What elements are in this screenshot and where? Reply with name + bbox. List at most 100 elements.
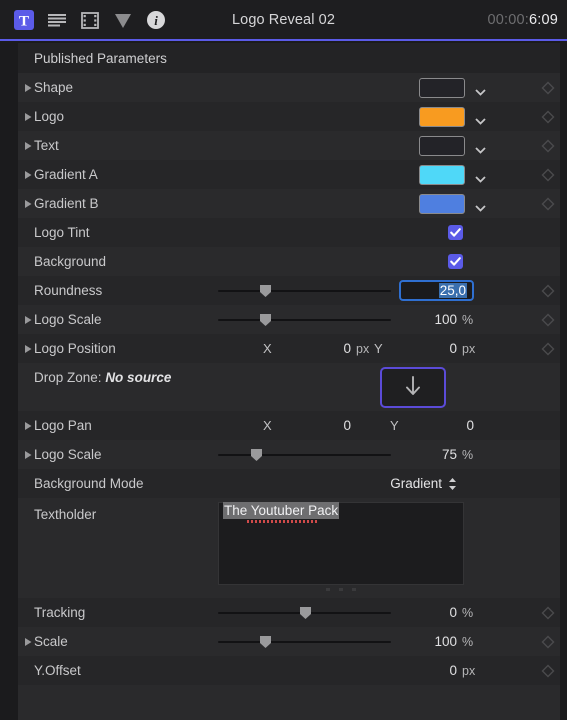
keyframe-diamond-icon[interactable] (541, 664, 555, 678)
slider-thumb[interactable] (259, 635, 272, 649)
row-shape[interactable]: Shape (18, 73, 560, 102)
color-control[interactable] (419, 77, 486, 98)
row-background-mode[interactable]: Background Mode Gradient (18, 469, 560, 498)
row-label: Background Mode (34, 476, 144, 491)
row-label: Scale (34, 634, 68, 649)
disclosure-triangle-icon[interactable] (22, 314, 34, 326)
tracking-value[interactable]: 0 (399, 605, 457, 620)
info-icon[interactable]: i (145, 9, 167, 31)
textholder-selected-text: The Youtuber Pack (223, 502, 340, 519)
keyframe-diamond-icon[interactable] (541, 81, 555, 95)
slider-thumb[interactable] (259, 313, 272, 327)
color-swatch[interactable] (419, 77, 465, 98)
down-arrow-icon (404, 374, 422, 401)
film-strip-icon[interactable] (79, 9, 101, 31)
top-toolbar: T i Logo Reveal 02 00:00:6:09 (0, 0, 567, 41)
keyframe-diamond-icon[interactable] (541, 284, 555, 298)
scale-value[interactable]: 100 (399, 634, 457, 649)
color-control[interactable] (419, 106, 486, 127)
keyframe-diamond-icon[interactable] (541, 197, 555, 211)
color-control[interactable] (419, 193, 486, 214)
panel-right-gutter (560, 43, 567, 720)
x-axis-label: X (263, 418, 272, 433)
keyframe-diamond-icon[interactable] (541, 313, 555, 327)
row-drop-zone[interactable]: Drop Zone: No source (18, 363, 560, 411)
slider-thumb[interactable] (259, 284, 272, 298)
color-swatch[interactable] (419, 106, 465, 127)
color-swatch[interactable] (419, 193, 465, 214)
text-tool-icon[interactable]: T (13, 9, 35, 31)
disclosure-triangle-icon[interactable] (22, 82, 34, 94)
row-text[interactable]: Text (18, 131, 560, 160)
logo-scale-value[interactable]: 100 (399, 312, 457, 327)
disclosure-triangle-icon[interactable] (22, 111, 34, 123)
row-textholder[interactable]: Textholder The Youtuber Pack (18, 498, 560, 598)
logo-pan-x-value[interactable]: 0 (293, 418, 351, 433)
row-roundness[interactable]: Roundness 25,0 (18, 276, 560, 305)
roundness-slider[interactable] (218, 284, 391, 298)
row-label: Roundness (34, 283, 103, 298)
row-gradient-b[interactable]: Gradient B (18, 189, 560, 218)
keyframe-diamond-icon[interactable] (541, 342, 555, 356)
keyframe-diamond-icon[interactable] (541, 110, 555, 124)
textholder-textarea[interactable]: The Youtuber Pack (218, 502, 464, 585)
logo-tint-checkbox[interactable] (448, 225, 463, 240)
text-lines-icon[interactable] (46, 9, 68, 31)
color-swatch[interactable] (419, 164, 465, 185)
y-offset-value[interactable]: 0 (399, 663, 457, 678)
disclosure-triangle-icon[interactable] (22, 636, 34, 648)
keyframe-diamond-icon[interactable] (541, 635, 555, 649)
disclosure-triangle-icon[interactable] (22, 169, 34, 181)
logo-position-x-value[interactable]: 0 (293, 341, 351, 356)
scale-slider[interactable] (218, 635, 391, 649)
color-swatch[interactable] (419, 135, 465, 156)
keyframe-diamond-icon[interactable] (541, 168, 555, 182)
chevron-down-icon[interactable] (475, 200, 486, 212)
logo-pan-y-value[interactable]: 0 (416, 418, 474, 433)
y-axis-label: Y (374, 341, 383, 356)
keyframe-diamond-icon[interactable] (541, 606, 555, 620)
color-control[interactable] (419, 135, 486, 156)
row-gradient-a[interactable]: Gradient A (18, 160, 560, 189)
textholder-content[interactable]: The Youtuber Pack (219, 498, 340, 519)
filter-triangle-icon[interactable] (112, 9, 134, 31)
background-mode-select[interactable]: Gradient (390, 476, 457, 491)
roundness-input[interactable]: 25,0 (399, 280, 474, 301)
slider-thumb[interactable] (250, 448, 263, 462)
row-logo-position[interactable]: Logo Position X 0 px Y 0 px (18, 334, 560, 363)
timecode-display[interactable]: 00:00:6:09 (487, 12, 558, 28)
disclosure-triangle-icon[interactable] (22, 420, 34, 432)
row-label: Logo Pan (34, 418, 92, 433)
disclosure-triangle-icon[interactable] (22, 198, 34, 210)
logo-scale-2-slider[interactable] (218, 448, 391, 462)
disclosure-triangle-icon[interactable] (22, 449, 34, 461)
tracking-slider[interactable] (218, 606, 391, 620)
row-logo-scale-2[interactable]: Logo Scale 75 % (18, 440, 560, 469)
row-label: Gradient A (34, 167, 98, 182)
logo-scale-slider[interactable] (218, 313, 391, 327)
row-background[interactable]: Background (18, 247, 560, 276)
slider-track (218, 289, 391, 292)
chevron-down-icon[interactable] (475, 113, 486, 125)
disclosure-triangle-icon[interactable] (22, 343, 34, 355)
keyframe-diamond-icon[interactable] (541, 139, 555, 153)
color-control[interactable] (419, 164, 486, 185)
chevron-down-icon[interactable] (475, 171, 486, 183)
row-logo-pan[interactable]: Logo Pan X 0 Y 0 (18, 411, 560, 440)
logo-scale-2-value[interactable]: 75 (399, 447, 457, 462)
row-logo[interactable]: Logo (18, 102, 560, 131)
textholder-resize-grip[interactable] (218, 588, 464, 591)
row-logo-scale-1[interactable]: Logo Scale 100 % (18, 305, 560, 334)
row-tracking[interactable]: Tracking 0 % (18, 598, 560, 627)
background-checkbox[interactable] (448, 254, 463, 269)
chevron-down-icon[interactable] (475, 84, 486, 96)
row-logo-tint[interactable]: Logo Tint (18, 218, 560, 247)
logo-position-y-value[interactable]: 0 (399, 341, 457, 356)
x-axis-label: X (263, 341, 272, 356)
disclosure-triangle-icon[interactable] (22, 140, 34, 152)
row-y-offset[interactable]: Y.Offset 0 px (18, 656, 560, 685)
drop-zone-drop-target[interactable] (380, 367, 446, 408)
slider-thumb[interactable] (299, 606, 312, 620)
chevron-down-icon[interactable] (475, 142, 486, 154)
row-scale[interactable]: Scale 100 % (18, 627, 560, 656)
